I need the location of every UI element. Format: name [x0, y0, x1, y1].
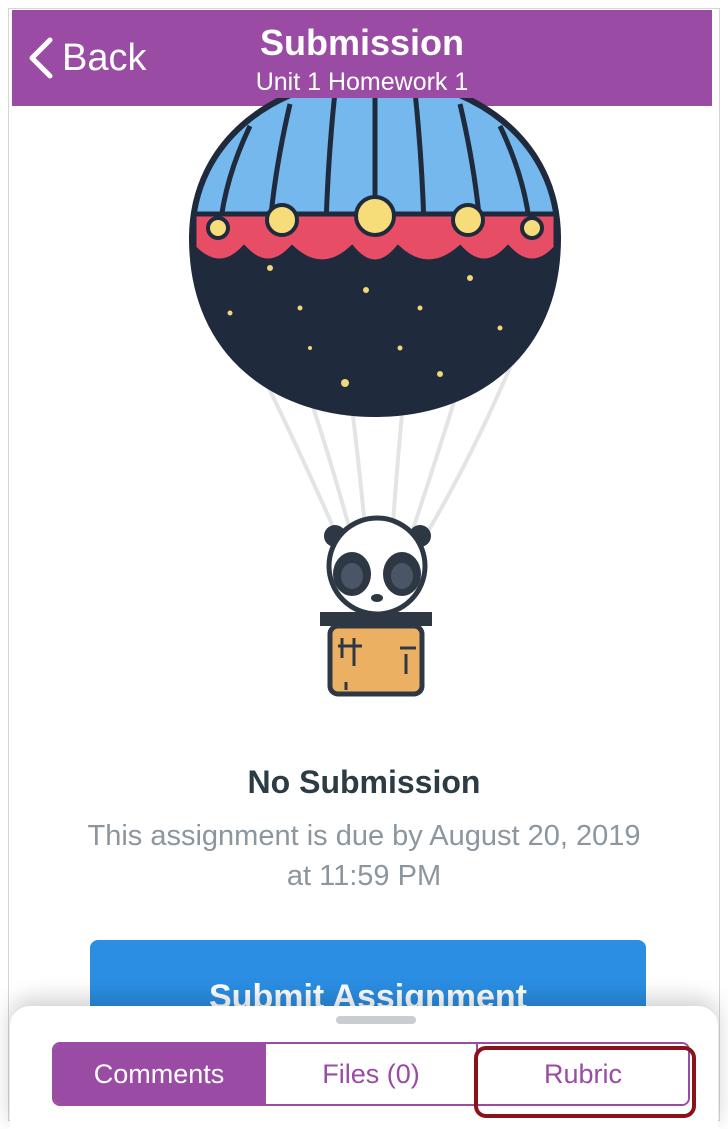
rubric-highlight-outline: [474, 1046, 696, 1118]
due-date-line-2: at 11:59 PM: [286, 860, 442, 892]
navigation-bar: Back Submission Unit 1 Homework 1: [12, 10, 712, 106]
due-date-text: This assignment is due by August 20, 201…: [40, 816, 688, 896]
due-date-line-1: This assignment is due by August 20, 201…: [87, 820, 641, 852]
page-subtitle: Unit 1 Homework 1: [255, 68, 469, 96]
tab-files[interactable]: Files (0): [264, 1044, 476, 1104]
drawer-handle[interactable]: [336, 1016, 416, 1024]
tab-comments[interactable]: Comments: [54, 1044, 264, 1104]
no-submission-title: No Submission: [247, 764, 481, 800]
panda-balloon-illustration: [188, 98, 562, 697]
page-title: Submission: [259, 22, 465, 63]
